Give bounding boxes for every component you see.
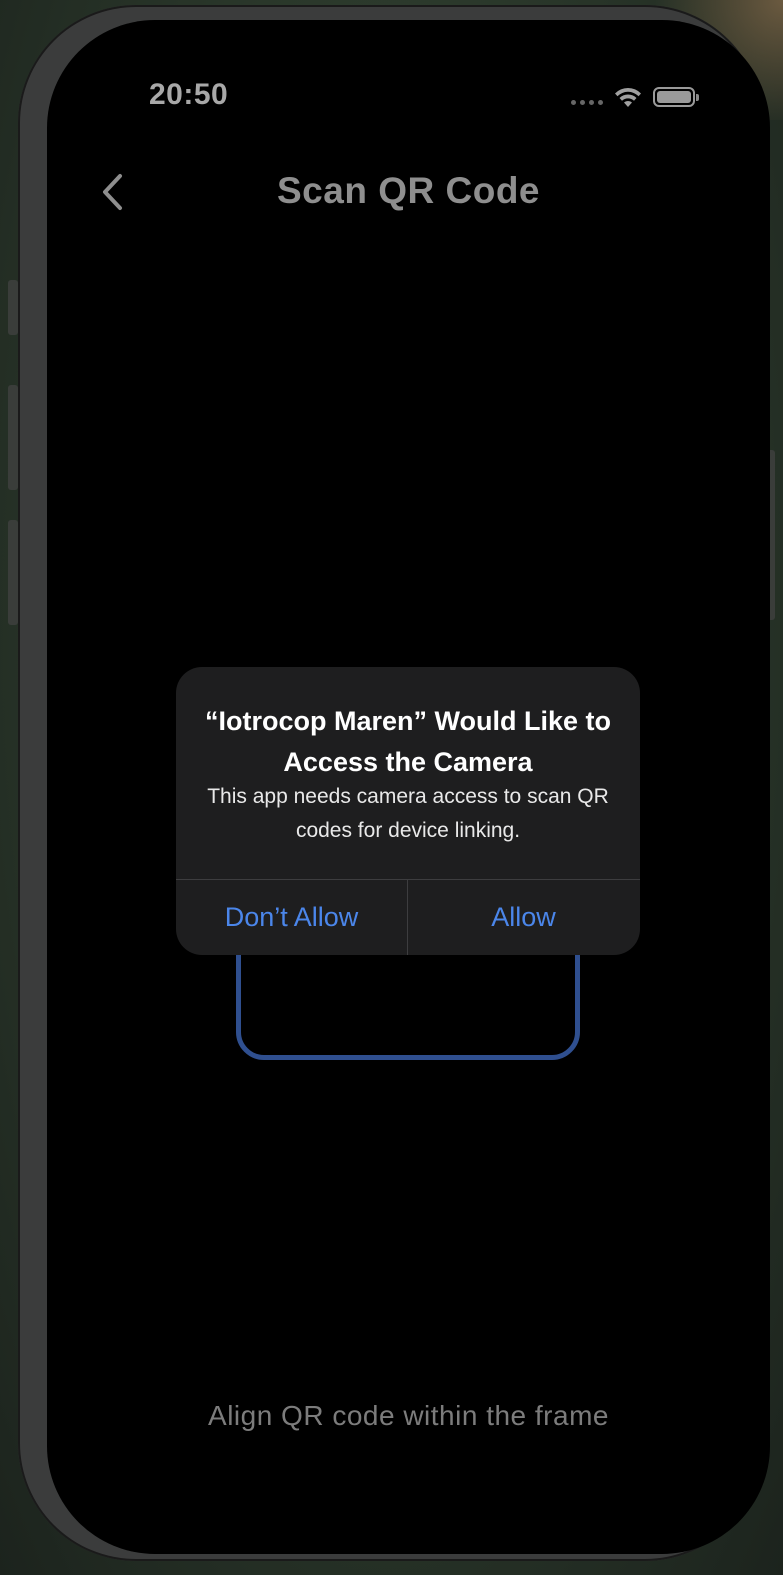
alert-message: This app needs camera access to scan QR … [207, 785, 609, 842]
battery-icon [653, 87, 699, 107]
cellular-signal-icon [571, 99, 603, 105]
phone-screen: 20:50 Scan QR Code Align QR code within … [47, 20, 770, 1554]
scan-hint: Align QR code within the frame [208, 1400, 609, 1431]
status-icons [571, 82, 699, 112]
wifi-icon [615, 87, 641, 107]
phone-frame: 20:50 Scan QR Code Align QR code within … [18, 5, 770, 1561]
mute-switch [8, 280, 18, 335]
status-time: 20:50 [149, 78, 229, 111]
volume-down-button [8, 520, 18, 625]
camera-permission-alert: “Iotrocop Maren” Would Like to Access th… [176, 667, 640, 955]
allow-button[interactable]: Allow [408, 880, 639, 955]
alert-title: “Iotrocop Maren” Would Like to Access th… [204, 706, 611, 777]
dont-allow-button[interactable]: Don’t Allow [176, 880, 407, 955]
page-title: Scan QR Code [277, 170, 540, 211]
volume-up-button [8, 385, 18, 490]
